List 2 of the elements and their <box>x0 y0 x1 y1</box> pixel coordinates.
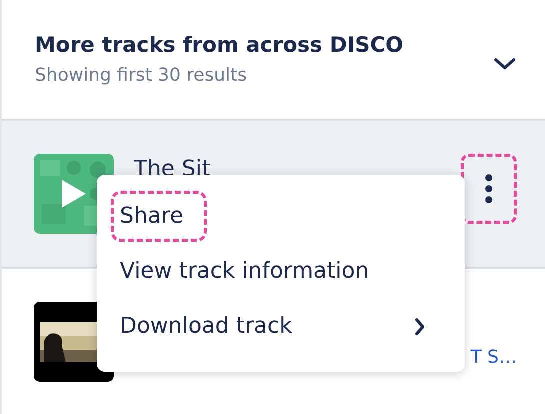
results-count: Showing first 30 results <box>35 65 248 86</box>
section-title: More tracks from across DISCO <box>35 33 404 57</box>
